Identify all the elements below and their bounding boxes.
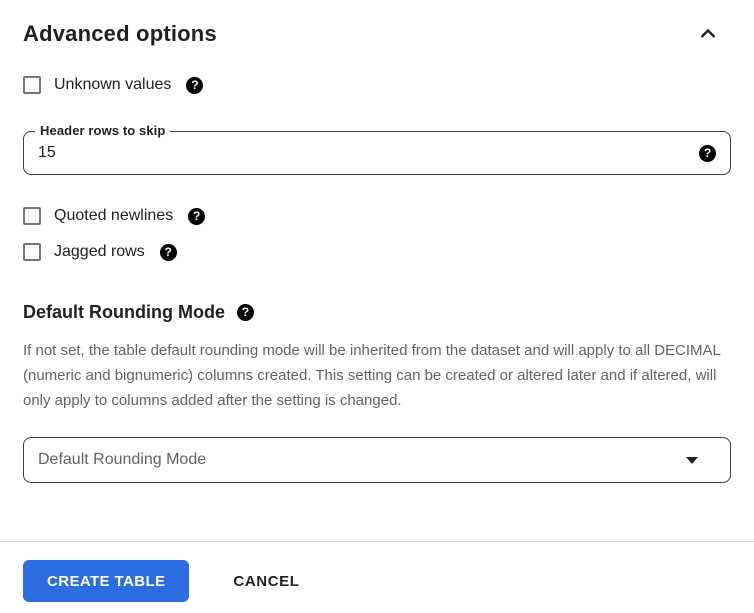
jagged-rows-row: Jagged rows ? <box>23 241 731 263</box>
chevron-up-icon <box>696 22 720 46</box>
quoted-newlines-checkbox[interactable] <box>23 207 41 225</box>
rounding-mode-header: Default Rounding Mode ? <box>23 301 731 323</box>
help-icon[interactable]: ? <box>188 207 206 225</box>
header-rows-to-skip-input[interactable] <box>38 144 699 162</box>
arrow-drop-down-icon <box>686 456 698 464</box>
rounding-mode-select[interactable]: Default Rounding Mode <box>23 437 731 483</box>
unknown-values-checkbox[interactable] <box>23 76 41 94</box>
footer-actions: CREATE TABLE CANCEL <box>23 560 731 602</box>
quoted-newlines-row: Quoted newlines ? <box>23 205 731 227</box>
help-icon[interactable]: ? <box>159 243 177 261</box>
help-icon[interactable]: ? <box>236 303 254 321</box>
rounding-mode-description: If not set, the table default rounding m… <box>23 342 721 409</box>
create-table-button[interactable]: CREATE TABLE <box>23 560 190 602</box>
unknown-values-row: Unknown values ? <box>23 74 731 96</box>
section-title: Advanced options <box>23 20 217 46</box>
cancel-button[interactable]: CANCEL <box>223 573 309 590</box>
header-rows-to-skip-field: Header rows to skip ? <box>23 123 731 175</box>
jagged-rows-label: Jagged rows <box>54 243 145 260</box>
collapse-section-button[interactable] <box>693 19 723 49</box>
advanced-options-panel: Advanced options Unknown values ? Header… <box>0 0 754 602</box>
unknown-values-label: Unknown values <box>54 76 172 93</box>
rounding-mode-title: Default Rounding Mode <box>23 301 225 322</box>
jagged-rows-checkbox[interactable] <box>23 243 41 261</box>
rounding-mode-select-value: Default Rounding Mode <box>38 451 207 468</box>
header-rows-to-skip-label: Header rows to skip <box>35 123 171 138</box>
section-header: Advanced options <box>23 0 731 48</box>
quoted-newlines-label: Quoted newlines <box>54 207 174 224</box>
help-icon[interactable]: ? <box>186 76 204 94</box>
footer-divider <box>0 541 754 542</box>
help-icon[interactable]: ? <box>699 144 716 162</box>
